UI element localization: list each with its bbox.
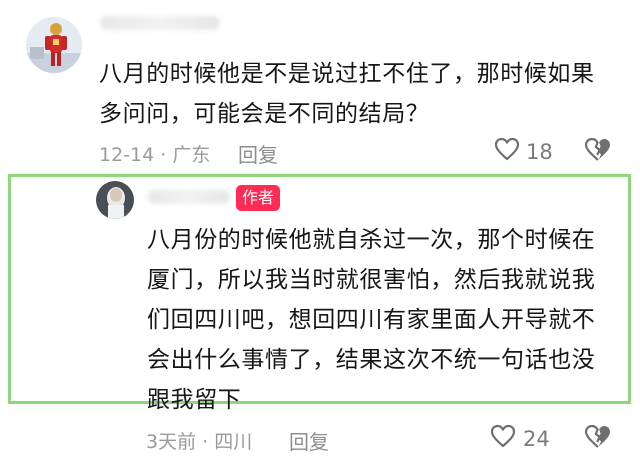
comment-time: 12-14 [99,144,155,166]
avatar-portrait-icon [96,181,134,219]
like-button[interactable] [494,137,520,161]
dislike-button[interactable] [584,424,612,450]
heart-outline-icon [490,424,516,448]
comment-location: 广东 [172,144,211,166]
heart-outline-icon [494,137,520,161]
reply-button[interactable]: 回复 [238,139,278,168]
meta-dot: · [202,431,209,453]
broken-heart-icon [584,424,610,448]
avatar-figure-icon [26,17,82,73]
reply-text-line: 们回四川吧，想回四川有家里面人开导就不 [147,307,596,333]
author-badge: 作者 [236,185,280,211]
like-count: 18 [526,140,553,164]
reply-meta: 3天前 · 四川 [146,427,252,454]
commenter-name-blurred[interactable] [100,16,220,30]
commenter-avatar[interactable] [26,17,82,73]
reply-text-line: 跟我留下 [147,387,242,413]
reply-text-line: 会出什么事情了，结果这次不统一句话也没 [147,347,596,373]
reply-text-line: 八月份的时候他就自杀过一次，那个时候在 [147,227,596,253]
dislike-button[interactable] [584,137,612,163]
comment-meta: 12-14 · 广东 [99,140,210,167]
comment-text-line: 多问问，可能会是不同的结局？ [99,101,430,127]
meta-dot: · [160,144,167,166]
comment-text-line: 八月的时候他是不是说过扛不住了，那时候如果 [99,61,595,87]
reply-location: 四川 [214,431,253,453]
like-count: 24 [523,427,550,451]
author-avatar[interactable] [96,181,134,219]
author-name-blurred[interactable] [148,190,230,204]
reply-text-line: 厦门，所以我当时就很害怕，然后我就说我 [147,267,596,293]
like-button[interactable] [490,424,516,448]
broken-heart-icon [584,137,610,161]
reply-button[interactable]: 回复 [289,426,329,455]
reply-time: 3天前 [146,431,197,453]
